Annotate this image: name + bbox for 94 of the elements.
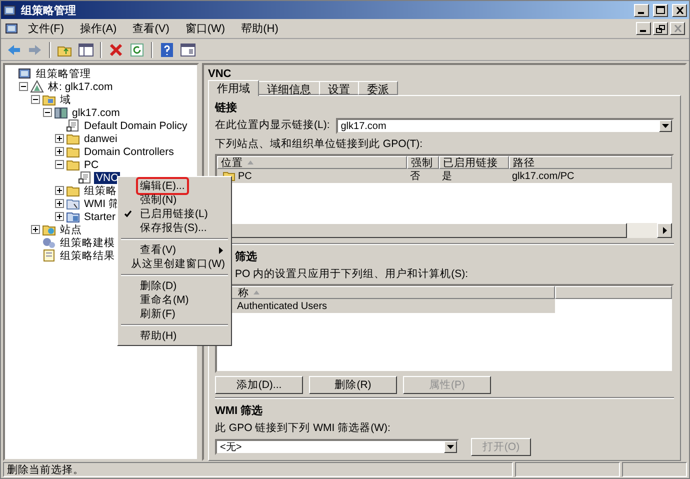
submenu-arrow-icon [219, 246, 223, 254]
menu-item[interactable]: 查看(V) [120, 243, 229, 257]
menu-item[interactable]: 操作(A) [73, 20, 124, 37]
close-icon [676, 6, 684, 14]
tree-item[interactable]: PC [82, 158, 101, 170]
close-button[interactable] [670, 22, 685, 35]
right-arrow-icon [662, 227, 666, 234]
tab[interactable]: 委派 [358, 81, 398, 95]
tree-item[interactable]: 域 [58, 92, 73, 106]
collapse-icon[interactable] [19, 82, 28, 91]
tree-item[interactable]: VNC [94, 172, 120, 184]
report-icon [42, 249, 56, 262]
menu-item[interactable]: 窗口(W) [178, 20, 232, 37]
tree-item[interactable]: Starter [82, 210, 118, 222]
tab[interactable]: 设置 [319, 81, 359, 95]
expand-icon[interactable] [55, 199, 64, 208]
tab[interactable]: 详细信息 [258, 81, 320, 95]
document-icon [78, 171, 92, 184]
menu-item[interactable]: 强制(N) [120, 193, 229, 207]
folder-icon [66, 184, 80, 197]
window-title: 组策略管理 [21, 4, 77, 18]
sort-icon [253, 290, 260, 295]
section-heading: 链接 [215, 100, 237, 115]
sort-icon [247, 160, 254, 165]
tree-item[interactable]: Domain Controllers [82, 146, 176, 158]
button[interactable]: 添加(D)... [215, 376, 303, 394]
folder-icon [42, 223, 56, 236]
tree-item[interactable]: 组策略 [82, 184, 119, 198]
server-icon [54, 106, 68, 119]
tab[interactable]: 作用域 [208, 80, 259, 96]
console-icon [5, 22, 19, 35]
menu-item[interactable]: 文件(F) [21, 20, 72, 37]
pane-title: VNC [208, 68, 232, 80]
column-header[interactable]: 强制 [407, 156, 439, 169]
folder-icon [66, 158, 80, 171]
expand-icon[interactable] [31, 225, 40, 234]
expand-icon[interactable] [55, 134, 64, 143]
expand-icon[interactable] [55, 186, 64, 195]
expand-icon[interactable] [55, 212, 64, 221]
field-label: 此 GPO 链接到下列 WMI 筛选器(W): [215, 421, 390, 435]
tree-item[interactable]: glk17.com [70, 106, 122, 118]
folder-icon [66, 145, 80, 158]
close-button[interactable] [672, 4, 687, 16]
folder-icon [66, 210, 80, 223]
menu-item[interactable]: 查看(V) [126, 20, 176, 37]
folder-icon [66, 197, 80, 210]
table-cell-text: 是 [441, 170, 453, 183]
column-header[interactable]: 位置 [217, 156, 407, 169]
console-icon [18, 67, 32, 80]
table-row[interactable]: PC 否 是 glk17.com/PC [217, 169, 672, 183]
field-label: 下列站点、域和组织单位链接到此 GPO(T): [215, 137, 423, 151]
expand-icon[interactable] [55, 147, 64, 156]
tree-item[interactable]: 组策略结果 [58, 248, 117, 262]
wmi-filter-dropdown[interactable]: <无> [215, 439, 459, 455]
table-cell-text: glk17.com/PC [511, 170, 576, 183]
maximize-icon [656, 6, 665, 14]
menu-item[interactable]: 帮助(H) [234, 20, 286, 37]
location-dropdown[interactable]: glk17.com [336, 118, 674, 134]
field-label: PO 内的设置只应用于下列组、用户和计算机(S): [235, 267, 468, 281]
collapse-icon[interactable] [31, 95, 40, 104]
triangle-icon [30, 80, 44, 93]
section-heading: WMI 筛选 [215, 404, 263, 418]
minimize-button[interactable] [636, 22, 651, 35]
minimize-button[interactable] [634, 4, 649, 16]
tree-item[interactable]: Default Domain Policy [82, 120, 190, 132]
field-label: 在此位置内显示链接(L): [215, 118, 330, 132]
column-header[interactable]: 路径 [509, 156, 672, 169]
document-icon [66, 119, 80, 132]
folder-icon [42, 93, 56, 106]
console-icon [3, 4, 17, 16]
tree-item[interactable]: 组策略建模 [58, 236, 117, 250]
refresh-icon[interactable] [128, 40, 146, 58]
status-text: 删除当前选择。 [3, 462, 513, 477]
table-cell-text: 否 [409, 170, 421, 183]
tree-item[interactable]: 组策略管理 [34, 66, 93, 80]
menu-item[interactable]: 保存报告(S)... [120, 221, 229, 235]
help-icon[interactable] [158, 40, 176, 58]
restore-icon [656, 24, 665, 32]
menu-item[interactable]: 从这里创建窗口(W) [120, 257, 229, 271]
collapse-icon[interactable] [55, 160, 64, 169]
collapse-icon[interactable] [43, 108, 52, 117]
tree-item[interactable]: 林: glk17.com [46, 80, 115, 94]
close-icon [674, 25, 682, 32]
maximize-button[interactable] [653, 4, 668, 16]
section-heading: 筛选 [235, 250, 257, 264]
window-pane-icon[interactable] [77, 40, 95, 58]
button[interactable]: 删除(R) [309, 376, 397, 394]
window-pane-icon[interactable] [179, 40, 197, 58]
restore-button[interactable] [653, 22, 668, 35]
menu-item[interactable]: 已启用链接(L) [120, 207, 229, 221]
tree-item[interactable]: 站点 [58, 222, 84, 236]
tree-item[interactable]: danwei [82, 132, 120, 144]
menu-item[interactable]: 帮助(H) [120, 329, 229, 343]
folder-icon [66, 132, 80, 145]
